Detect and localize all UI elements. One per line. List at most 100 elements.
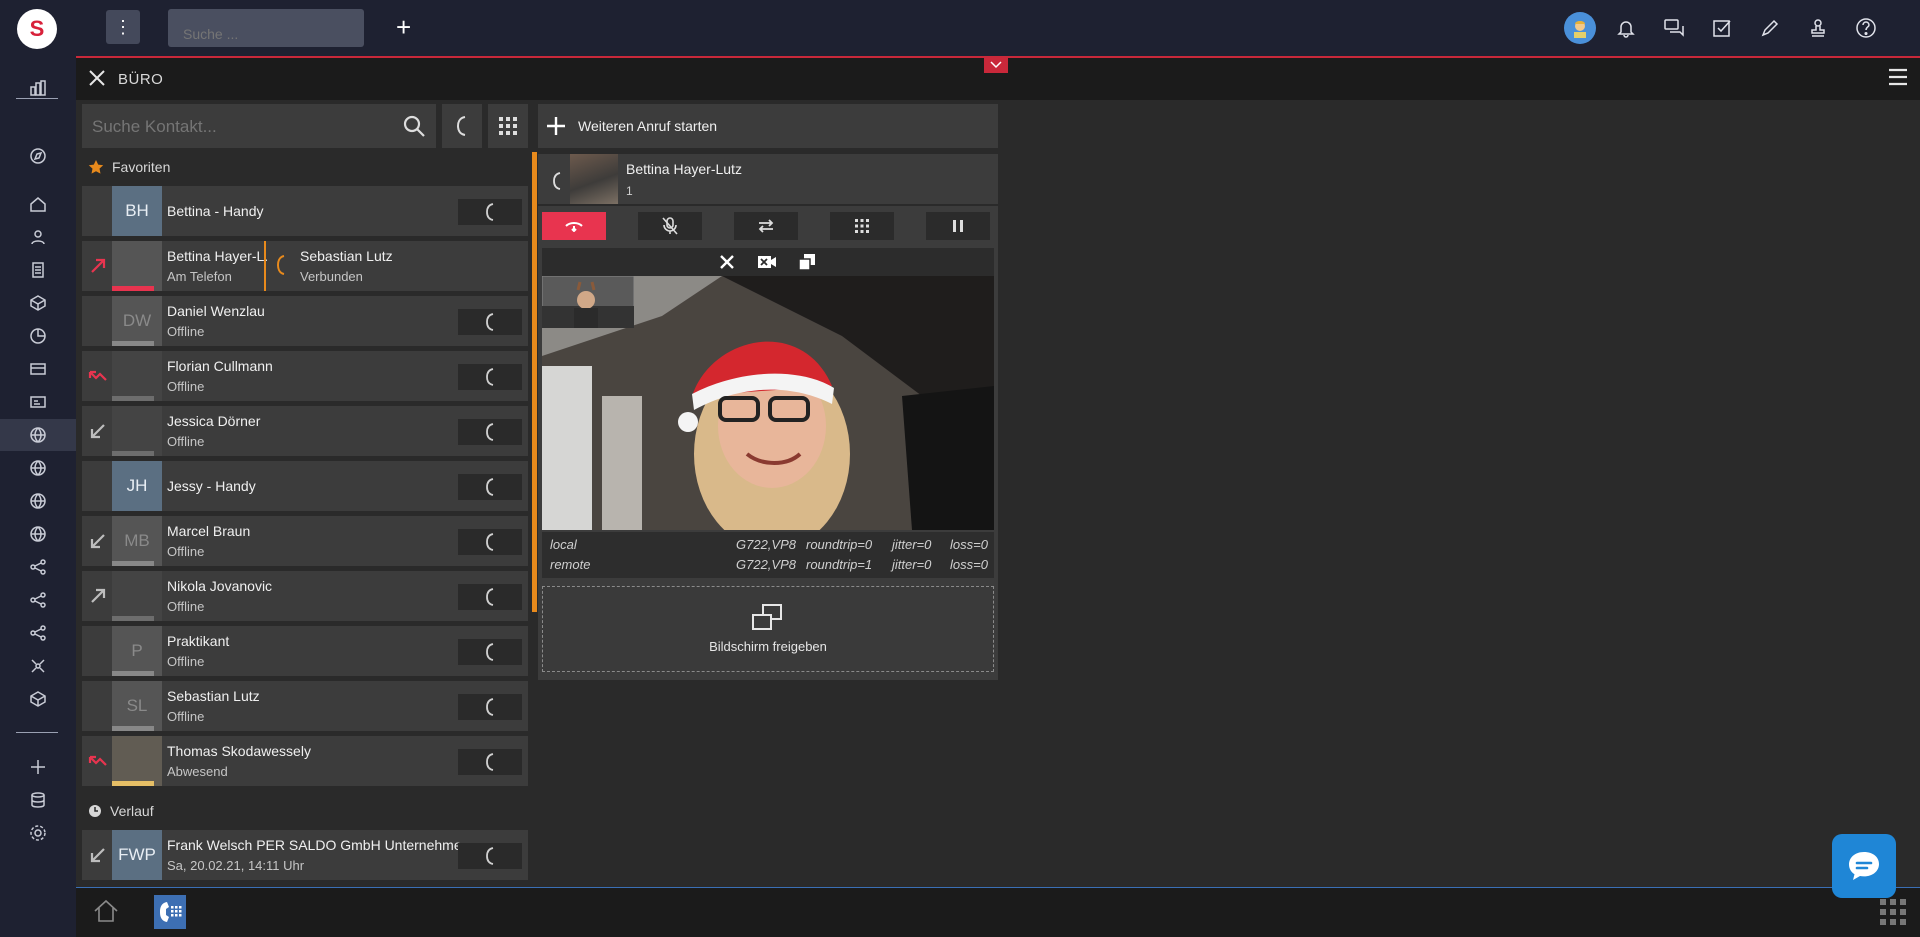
rail-network-icon[interactable] — [0, 650, 76, 682]
call-dialpad-button[interactable] — [830, 212, 894, 240]
hangup-button[interactable] — [542, 212, 606, 240]
contact-row[interactable]: P Praktikant Offline — [82, 626, 528, 676]
app-logo[interactable]: S — [17, 9, 57, 49]
rail-dashboard-icon[interactable] — [0, 72, 76, 104]
app-grid-icon[interactable] — [1880, 899, 1906, 925]
call-button[interactable] — [458, 843, 522, 869]
call-button[interactable] — [458, 199, 522, 225]
screen-share-button[interactable]: Bildschirm freigeben — [542, 586, 994, 672]
missed-call-arrow-icon — [88, 370, 107, 381]
rail-card-icon[interactable] — [0, 353, 76, 385]
contact-row-active[interactable]: Bettina Hayer-L... Am Telefon Sebastian … — [82, 241, 528, 291]
contact-avatar: P — [112, 626, 162, 676]
mute-button[interactable] — [638, 212, 702, 240]
rail-globe-icon-active[interactable] — [0, 419, 76, 451]
contact-status: Offline — [167, 709, 205, 724]
stamp-icon[interactable] — [1804, 14, 1832, 42]
rail-share-icon[interactable] — [0, 551, 76, 583]
pencil-icon[interactable] — [1756, 14, 1784, 42]
contact-row[interactable]: MB Marcel Braun Offline — [82, 516, 528, 566]
rail-screen-icon[interactable] — [0, 386, 76, 418]
bell-icon[interactable] — [1612, 14, 1640, 42]
contact-row[interactable]: Thomas Skodawessely Abwesend — [82, 736, 528, 786]
rail-globe-icon[interactable] — [0, 485, 76, 517]
call-button[interactable] — [458, 364, 522, 390]
call-button[interactable] — [458, 529, 522, 555]
contact-avatar: DW — [112, 296, 162, 346]
contact-name: Marcel Braun — [167, 523, 251, 539]
close-video-icon[interactable] — [719, 254, 735, 270]
contact-row[interactable]: BH Bettina - Handy — [82, 186, 528, 236]
collapse-chevron-icon[interactable] — [984, 56, 1008, 73]
rail-chart-icon[interactable] — [0, 320, 76, 352]
contact-row[interactable]: DW Daniel Wenzlau Offline — [82, 296, 528, 346]
contact-row[interactable]: Nikola Jovanovic Offline — [82, 571, 528, 621]
hold-button[interactable] — [926, 212, 990, 240]
contacts-panel: Favoriten BH Bettina - Handy Bettina Hay… — [82, 104, 528, 884]
missed-call-arrow-icon — [88, 755, 107, 766]
contact-row[interactable]: Florian Cullmann Offline — [82, 351, 528, 401]
call-button[interactable] — [458, 584, 522, 610]
user-avatar[interactable] — [1564, 12, 1596, 44]
contact-name: Bettina Hayer-L... — [167, 248, 267, 264]
close-icon[interactable] — [88, 69, 106, 87]
rail-globe-icon[interactable] — [0, 518, 76, 550]
screen-share-label: Bildschirm freigeben — [709, 639, 827, 654]
camera-off-icon[interactable] — [757, 254, 777, 270]
new-call-label: Weiteren Anruf starten — [578, 118, 718, 134]
call-timestamp: Sa, 20.02.21, 14:11 Uhr — [167, 858, 305, 873]
rail-database-icon[interactable] — [0, 784, 76, 816]
contact-photo — [112, 571, 162, 621]
history-row[interactable]: FWP Frank Welsch PER SALDO GmbH Unterneh… — [82, 830, 528, 880]
history-label: Verlauf — [110, 803, 154, 819]
support-chat-button[interactable] — [1832, 834, 1896, 898]
help-icon[interactable] — [1852, 14, 1880, 42]
contact-avatar: JH — [112, 461, 162, 511]
dial-button[interactable] — [442, 104, 482, 148]
rail-document-icon[interactable] — [0, 254, 76, 286]
tasks-icon[interactable] — [1708, 14, 1736, 42]
chat-icon[interactable] — [1660, 14, 1688, 42]
new-call-button[interactable]: Weiteren Anruf starten — [538, 104, 998, 148]
global-search-input[interactable] — [168, 9, 364, 47]
module-header: BÜRO — [76, 56, 1920, 100]
rail-add-icon[interactable] — [0, 751, 76, 783]
rail-share-icon[interactable] — [0, 617, 76, 649]
contact-row[interactable]: JH Jessy - Handy — [82, 461, 528, 511]
outgoing-call-arrow-icon — [91, 258, 106, 273]
add-icon[interactable]: + — [396, 14, 411, 40]
call-button[interactable] — [458, 474, 522, 500]
active-call-icon — [276, 255, 285, 275]
top-bar: ⋮ + — [76, 0, 1920, 56]
contact-row[interactable]: Jessica Dörner Offline — [82, 406, 528, 456]
hamburger-menu-icon[interactable] — [1888, 67, 1908, 87]
contact-row[interactable]: SL Sebastian Lutz Offline — [82, 681, 528, 731]
call-button[interactable] — [458, 639, 522, 665]
rail-globe-icon[interactable] — [0, 452, 76, 484]
rail-box-icon[interactable] — [0, 287, 76, 319]
rail-home-icon[interactable] — [0, 188, 76, 220]
more-menu-button[interactable]: ⋮ — [106, 10, 140, 44]
star-icon — [88, 160, 104, 174]
contact-name: Nikola Jovanovic — [167, 578, 273, 594]
contact-name: Sebastian Lutz — [167, 688, 260, 704]
call-button[interactable] — [458, 309, 522, 335]
call-button[interactable] — [458, 694, 522, 720]
transfer-button[interactable] — [734, 212, 798, 240]
rail-share-icon[interactable] — [0, 584, 76, 616]
search-icon[interactable] — [402, 114, 426, 138]
rail-settings-icon[interactable] — [0, 817, 76, 849]
rail-contacts-icon[interactable] — [0, 221, 76, 253]
contact-search-input[interactable] — [92, 117, 382, 137]
contact-avatar: MB — [112, 516, 162, 566]
fullscreen-icon[interactable] — [798, 253, 816, 271]
home-icon[interactable] — [92, 897, 124, 929]
contact-status: Offline — [167, 599, 205, 614]
rail-compass-icon[interactable] — [0, 140, 76, 172]
call-button[interactable] — [458, 749, 522, 775]
dialpad-button[interactable] — [488, 104, 528, 148]
phone-app-icon[interactable] — [154, 895, 186, 929]
incoming-call-arrow-icon — [90, 848, 105, 863]
call-button[interactable] — [458, 419, 522, 445]
rail-box-icon[interactable] — [0, 683, 76, 715]
